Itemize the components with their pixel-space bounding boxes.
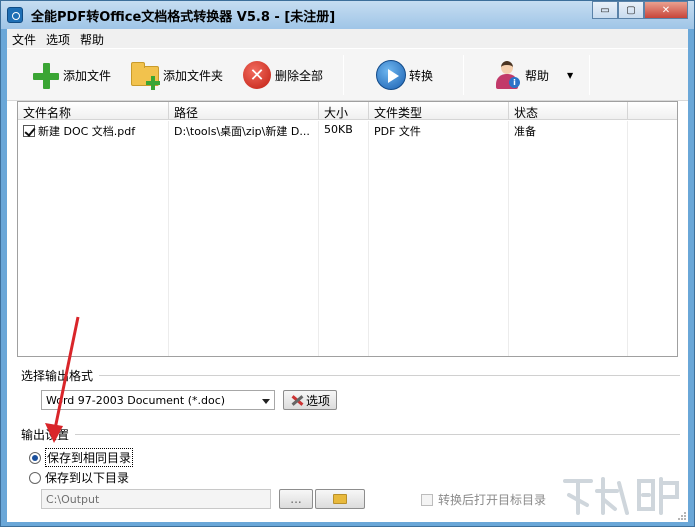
row-checkbox[interactable] [23, 125, 35, 137]
radio-same-directory[interactable]: 保存到相同目录 [29, 448, 134, 467]
maximize-button[interactable]: ▢ [618, 1, 644, 19]
window-title: 全能PDF转Office文档格式转换器 V5.8 - [未注册] [31, 10, 336, 25]
toolbar: 添加文件 添加文件夹 ✕ 删除全部 转换 i 帮助 ▼ [7, 49, 688, 101]
chevron-down-icon[interactable]: ▼ [567, 71, 573, 80]
client-area: 文件 选项 帮助 添加文件 添加文件夹 ✕ 删除全部 转换 i 帮助 ▼ 文件名… [7, 29, 688, 522]
output-format-value: Word 97-2003 Document (*.doc) [46, 394, 226, 407]
output-format-select[interactable]: Word 97-2003 Document (*.doc) [41, 390, 275, 410]
file-list-header: 文件名称 路径 大小 文件类型 状态 [18, 102, 677, 120]
row-type: PDF 文件 [374, 125, 421, 138]
open-after-convert-label: 转换后打开目标目录 [438, 493, 547, 507]
output-path-input[interactable]: C:\Output [41, 489, 271, 509]
close-button[interactable]: ✕ [644, 1, 688, 19]
chevron-down-icon [262, 399, 270, 404]
add-folder-label: 添加文件夹 [163, 68, 224, 83]
title-bar[interactable]: 全能PDF转Office文档格式转换器 V5.8 - [未注册] ▭ ▢ ✕ [1, 1, 694, 29]
column-header-name[interactable]: 文件名称 [18, 102, 169, 120]
row-name-cell: 新建 DOC 文档.pdf [18, 121, 169, 139]
checkbox-icon [421, 493, 433, 506]
menu-options[interactable]: 选项 [41, 29, 75, 48]
help-person-icon: i [491, 59, 523, 91]
convert-button[interactable]: 转换 [375, 55, 433, 95]
output-format-group-label: 选择输出格式 [21, 369, 94, 383]
add-file-button[interactable]: 添加文件 [29, 55, 111, 95]
help-label: 帮助 [525, 68, 550, 83]
browse-button[interactable]: ... [279, 489, 313, 509]
resize-grip-icon[interactable] [677, 511, 687, 521]
column-header-status[interactable]: 状态 [509, 102, 628, 120]
output-settings-group-label: 输出设置 [21, 428, 70, 442]
delete-icon: ✕ [241, 59, 273, 91]
group-divider [75, 434, 680, 435]
menu-help[interactable]: 帮助 [75, 29, 109, 48]
table-row[interactable]: 新建 DOC 文档.pdf D:\tools\桌面\zip\新建 D... 50… [18, 121, 677, 139]
row-status: 准备 [514, 125, 536, 138]
column-header-size[interactable]: 大小 [319, 102, 369, 120]
convert-label: 转换 [409, 68, 434, 83]
minimize-button[interactable]: ▭ [592, 1, 618, 19]
row-file-name: 新建 DOC 文档.pdf [38, 125, 136, 138]
add-file-label: 添加文件 [63, 68, 112, 83]
add-icon [29, 59, 61, 91]
window-controls: ▭ ▢ ✕ [592, 1, 688, 19]
watermark-logo [563, 477, 679, 515]
format-options-label: 选项 [305, 393, 330, 408]
radio-unselected-icon [29, 471, 41, 484]
help-button[interactable]: i 帮助 ▼ [491, 55, 573, 95]
group-divider [99, 375, 680, 376]
open-folder-button[interactable] [315, 489, 365, 509]
radio-same-directory-label: 保存到相同目录 [45, 448, 134, 467]
toolbar-separator [589, 55, 590, 95]
play-icon [375, 59, 407, 91]
add-folder-icon [129, 59, 161, 91]
row-path: D:\tools\桌面\zip\新建 D... [174, 125, 310, 138]
open-after-convert-checkbox[interactable]: 转换后打开目标目录 [421, 491, 546, 508]
column-header-path[interactable]: 路径 [169, 102, 319, 120]
delete-all-button[interactable]: ✕ 删除全部 [241, 55, 323, 95]
folder-open-icon [333, 494, 347, 504]
column-header-type[interactable]: 文件类型 [369, 102, 509, 120]
file-list[interactable]: 文件名称 路径 大小 文件类型 状态 新建 DOC 文档.pdf D:\tool… [17, 101, 678, 357]
toolbar-separator [343, 55, 344, 95]
app-icon [7, 7, 23, 23]
radio-selected-icon [29, 451, 41, 464]
format-options-button[interactable]: 选项 [283, 390, 337, 410]
delete-all-label: 删除全部 [275, 68, 324, 83]
menu-bar: 文件 选项 帮助 [7, 29, 688, 48]
menu-file[interactable]: 文件 [7, 29, 41, 48]
app-window: 全能PDF转Office文档格式转换器 V5.8 - [未注册] ▭ ▢ ✕ 文… [0, 0, 695, 527]
tools-icon [290, 394, 304, 406]
radio-custom-directory-label: 保存到以下目录 [45, 471, 130, 485]
radio-custom-directory[interactable]: 保存到以下目录 [29, 469, 129, 486]
toolbar-separator [463, 55, 464, 95]
add-folder-button[interactable]: 添加文件夹 [129, 55, 223, 95]
row-size: 50KB [324, 123, 353, 136]
